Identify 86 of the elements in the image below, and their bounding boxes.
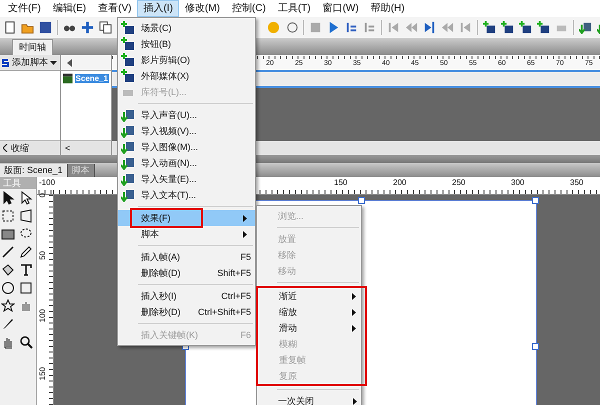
image-tool-icon[interactable] (1, 227, 15, 241)
clapperboard-icon (63, 73, 73, 84)
pencil-tool-icon[interactable] (19, 245, 33, 259)
menu-item[interactable]: 按钮(B) (118, 36, 255, 52)
import-icon (121, 140, 135, 154)
insert-icon[interactable] (501, 21, 514, 34)
copy-icon[interactable] (99, 21, 112, 34)
ellipse-tool-icon[interactable] (1, 281, 15, 295)
insert-icon[interactable] (537, 21, 550, 34)
ruler-label: 350 (570, 178, 584, 188)
import-icon (121, 156, 135, 170)
select-tool-icon[interactable] (1, 209, 15, 223)
new-file-icon[interactable] (3, 21, 16, 34)
bucket-tool-icon[interactable] (1, 263, 15, 277)
menu-item[interactable]: 渐近 (258, 288, 360, 304)
menu-bar-item[interactable]: 帮助(H) (364, 0, 411, 17)
menu-item[interactable]: 脚本 (118, 226, 255, 242)
script-icon (0, 58, 10, 68)
menu-bar-item[interactable]: 控制(C) (226, 0, 272, 17)
save-icon[interactable] (39, 21, 52, 34)
menu-item[interactable]: 场景(C) (118, 20, 255, 36)
menu-item[interactable]: 删除秒(D) Ctrl+Shift+F5 (118, 304, 255, 320)
chevron-left-icon (3, 144, 8, 152)
play-icon[interactable] (327, 21, 340, 34)
menu-item[interactable]: 导入动画(N)... (118, 155, 255, 171)
menu-bar-item[interactable]: 工具(T) (272, 0, 317, 17)
caret-icon (50, 60, 57, 64)
resize-handle[interactable] (532, 197, 539, 204)
menu-item[interactable]: 效果(F) (118, 210, 255, 226)
ruler-label: 100 (38, 309, 48, 322)
import-icon (121, 124, 135, 138)
zoom-tool-icon[interactable] (19, 335, 33, 349)
menu-bar-item[interactable]: 查看(V) (92, 0, 138, 17)
menu-bar-item[interactable]: 窗口(W) (316, 0, 365, 17)
collapse-button[interactable]: 收缩 (0, 140, 60, 155)
ruler-label: 250 (452, 178, 466, 188)
resize-handle[interactable] (358, 197, 365, 204)
scroll-left-button[interactable]: < (61, 143, 74, 153)
insert-icon (121, 21, 135, 35)
menu-item[interactable]: 影片剪辑(O) (118, 52, 255, 68)
ruler-label: 200 (393, 178, 406, 188)
arrow2-tool-icon[interactable] (19, 191, 33, 205)
import-icon[interactable] (579, 21, 592, 34)
rect-tool-icon[interactable] (19, 281, 33, 295)
import-icon (121, 188, 135, 202)
menu-item[interactable]: 一次关闭 (257, 393, 361, 405)
insert-icon[interactable] (483, 21, 496, 34)
star-tool-icon[interactable] (1, 299, 15, 313)
text-tool-icon[interactable] (19, 263, 33, 277)
ruler-label: -100 (39, 178, 56, 188)
menu-bar-item[interactable]: 插入(I) (137, 0, 179, 17)
transform-tool-icon[interactable] (19, 209, 33, 223)
insert-icon[interactable] (519, 21, 532, 34)
menu-bar-item[interactable]: 文件(F) (2, 0, 47, 17)
menu-item[interactable]: 插入秒(I) Ctrl+F5 (118, 288, 255, 304)
scroll-left-icon[interactable] (67, 58, 72, 66)
menu-item[interactable]: 导入文本(T)... (118, 187, 255, 203)
move-icon[interactable] (81, 21, 94, 34)
insert-icon (121, 69, 135, 83)
menu-item[interactable]: 删除帧(D) Shift+F5 (118, 265, 255, 281)
line-tool-icon[interactable] (1, 245, 15, 259)
insert-icon (121, 53, 135, 67)
add-script-dropdown[interactable]: 添加脚本 (0, 55, 60, 71)
ruler-label: 150 (334, 178, 348, 188)
ruler-label: 150 (38, 367, 48, 380)
menu-item[interactable]: 外部媒体(X) (118, 68, 255, 84)
ruler-label: 0 (38, 193, 48, 198)
insert-icon (121, 37, 135, 51)
ruler-label: 50 (38, 251, 48, 260)
arrow-tool-icon[interactable] (1, 191, 15, 205)
menu-item[interactable]: 滑动 (258, 320, 360, 336)
timeline-tab[interactable]: 时间轴 (12, 39, 53, 55)
menu-item[interactable]: 导入视频(V)... (118, 123, 255, 139)
tools-title: 工具 (0, 177, 36, 189)
menu-item[interactable]: 导入矢量(E)... (118, 171, 255, 187)
menu-bar-item[interactable]: 修改(M) (178, 0, 226, 17)
menu-bar-item[interactable]: 编辑(E) (46, 0, 92, 17)
import-icon (121, 108, 135, 122)
menu-item[interactable]: 导入声音(U)... (118, 107, 255, 123)
panel-tab[interactable]: 版面: Scene_1 (0, 164, 68, 177)
ruler-label: 300 (511, 178, 524, 188)
menu-item[interactable]: 缩放 (258, 304, 360, 320)
import-icon (121, 172, 135, 186)
menu-item[interactable]: 插入帧(A) F5 (118, 249, 255, 265)
resize-handle[interactable] (532, 343, 539, 350)
brush-tool-icon[interactable] (1, 317, 15, 331)
